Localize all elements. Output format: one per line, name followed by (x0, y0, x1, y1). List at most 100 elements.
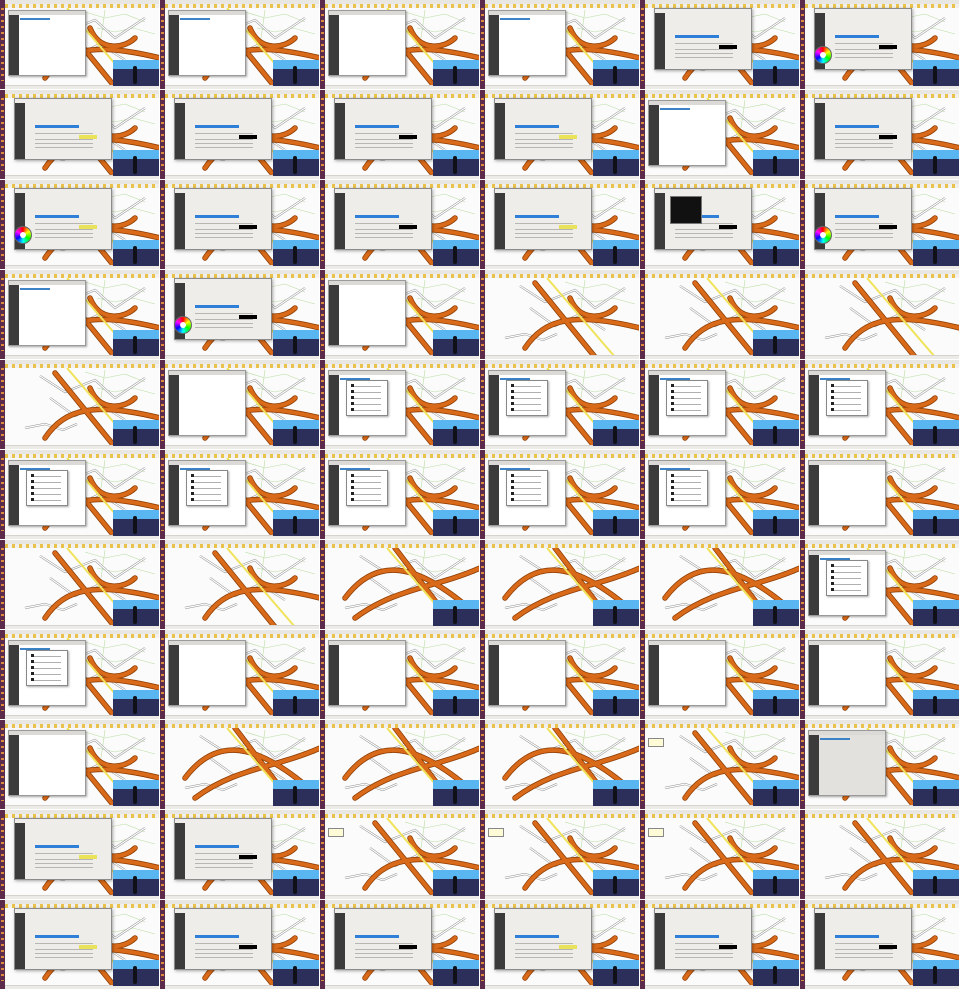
launcher-item-icon[interactable] (481, 638, 484, 711)
app-launcher-icon[interactable] (320, 900, 325, 989)
app-launcher-icon[interactable] (480, 90, 485, 179)
screenshot-frame[interactable] (320, 900, 480, 990)
dialog-row[interactable] (671, 476, 701, 477)
dialog-field[interactable] (195, 327, 253, 328)
color-swatch[interactable] (719, 225, 737, 229)
dialog-sidebar[interactable] (335, 913, 345, 969)
panel-sidebar[interactable] (489, 645, 499, 705)
dialog-field[interactable] (835, 953, 893, 954)
dialog-field[interactable] (355, 957, 413, 958)
launcher-item-icon[interactable] (801, 728, 804, 801)
launcher-item-icon[interactable] (481, 278, 484, 351)
panel-sidebar[interactable] (809, 465, 819, 525)
dialog-sidebar[interactable] (15, 823, 25, 879)
app-launcher-icon[interactable] (800, 450, 805, 539)
toolbar[interactable] (485, 454, 639, 458)
dialog-row[interactable] (511, 404, 541, 405)
toolbar[interactable] (5, 454, 159, 458)
dialog-row[interactable] (511, 500, 541, 501)
dialog-field[interactable] (355, 229, 413, 230)
toolbar[interactable] (325, 634, 479, 638)
layer-properties-dialog[interactable] (334, 98, 432, 160)
app-launcher-icon[interactable] (800, 180, 805, 269)
screenshot-frame[interactable] (480, 900, 640, 990)
layers-panel[interactable] (328, 280, 406, 346)
dialog-field[interactable] (35, 943, 93, 944)
launcher-item-icon[interactable] (1, 8, 4, 81)
toolbar[interactable] (645, 634, 799, 638)
panel-sidebar[interactable] (649, 465, 659, 525)
active-field[interactable] (195, 215, 239, 218)
toolbar[interactable] (645, 724, 799, 728)
dialog-field[interactable] (195, 133, 253, 134)
launcher-item-icon[interactable] (1, 908, 4, 981)
toolbar[interactable] (485, 544, 639, 548)
dialog-field[interactable] (515, 133, 573, 134)
symbol-dialog[interactable] (506, 380, 548, 416)
launcher-item-icon[interactable] (481, 8, 484, 81)
app-launcher-icon[interactable] (800, 900, 805, 989)
dialog-row[interactable] (31, 674, 61, 675)
panel-sidebar[interactable] (169, 375, 179, 435)
screenshot-frame[interactable] (640, 900, 800, 990)
screenshot-frame[interactable] (800, 720, 960, 810)
symbol-dialog[interactable] (26, 650, 68, 686)
toolbar[interactable] (5, 4, 159, 8)
toolbar[interactable] (805, 724, 959, 728)
app-launcher-icon[interactable] (640, 180, 645, 269)
dialog-field[interactable] (195, 237, 253, 238)
screenshot-frame[interactable] (160, 0, 320, 90)
active-field[interactable] (835, 35, 879, 38)
launcher-item-icon[interactable] (801, 8, 804, 81)
dialog-row[interactable] (31, 668, 61, 669)
dialog-row[interactable] (351, 482, 381, 483)
toolbar[interactable] (165, 544, 319, 548)
dialog-field[interactable] (195, 313, 253, 314)
launcher-item-icon[interactable] (481, 548, 484, 621)
panel-sidebar[interactable] (329, 15, 339, 75)
screenshot-frame[interactable] (320, 540, 480, 630)
screenshot-frame[interactable] (640, 270, 800, 360)
app-launcher-icon[interactable] (800, 810, 805, 899)
dialog-field[interactable] (35, 233, 93, 234)
launcher-item-icon[interactable] (161, 8, 164, 81)
dialog-field[interactable] (355, 943, 413, 944)
launcher-item-icon[interactable] (1, 278, 4, 351)
dialog-field[interactable] (835, 957, 893, 958)
symbol-dialog[interactable] (346, 470, 388, 506)
launcher-item-icon[interactable] (161, 368, 164, 441)
app-launcher-icon[interactable] (0, 540, 5, 629)
screenshot-frame[interactable] (480, 720, 640, 810)
dialog-row[interactable] (351, 494, 381, 495)
toolbar[interactable] (325, 724, 479, 728)
screenshot-frame[interactable] (160, 900, 320, 990)
color-swatch[interactable] (559, 135, 577, 139)
active-field[interactable] (355, 935, 399, 938)
dialog-field[interactable] (675, 949, 733, 950)
screenshot-frame[interactable] (0, 540, 160, 630)
launcher-item-icon[interactable] (481, 368, 484, 441)
symbol-dialog[interactable] (26, 470, 68, 506)
screenshot-frame[interactable] (320, 90, 480, 180)
dialog-field[interactable] (355, 147, 413, 148)
panel-sidebar[interactable] (9, 735, 19, 795)
screenshot-frame[interactable] (800, 450, 960, 540)
dialog-field[interactable] (355, 143, 413, 144)
dialog-row[interactable] (671, 494, 701, 495)
app-launcher-icon[interactable] (320, 630, 325, 719)
color-wheel-icon[interactable] (174, 316, 192, 334)
launcher-item-icon[interactable] (321, 278, 324, 351)
launcher-item-icon[interactable] (1, 188, 4, 261)
launcher-item-icon[interactable] (641, 818, 644, 891)
app-launcher-icon[interactable] (640, 630, 645, 719)
color-swatch[interactable] (79, 855, 97, 859)
app-launcher-icon[interactable] (160, 630, 165, 719)
panel-sidebar[interactable] (489, 465, 499, 525)
color-swatch[interactable] (559, 225, 577, 229)
screenshot-frame[interactable] (800, 0, 960, 90)
dialog-row[interactable] (831, 590, 861, 591)
active-field[interactable] (35, 845, 79, 848)
active-field[interactable] (195, 935, 239, 938)
launcher-item-icon[interactable] (161, 728, 164, 801)
screenshot-frame[interactable] (160, 180, 320, 270)
